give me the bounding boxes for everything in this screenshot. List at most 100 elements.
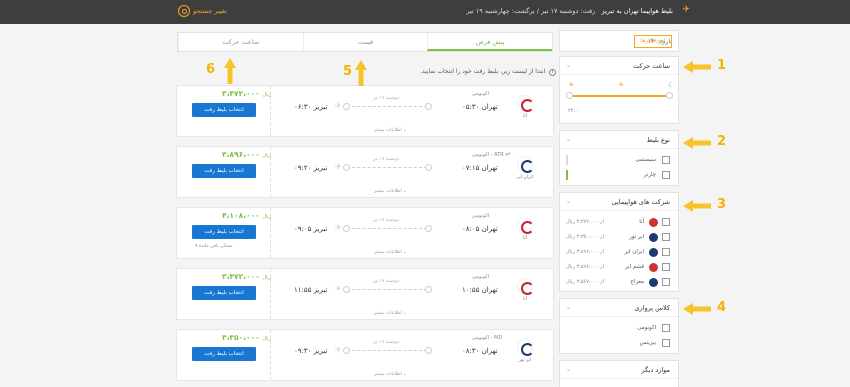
tab-label: قیمت: [357, 38, 374, 46]
chevron-down-icon: ⌄: [566, 136, 572, 143]
select-outbound-button[interactable]: انتخاب بلیط رفت: [192, 286, 256, 300]
airline-name: ایر تور: [518, 358, 532, 363]
panel-title: شرکت های هواپیمایی: [611, 198, 670, 206]
slider-handle-end[interactable]: [666, 92, 673, 99]
airline-logo-icon: [517, 217, 534, 234]
airline-option[interactable]: آتا از ۳،۴۷۲،۰۰۰ ریال: [560, 215, 678, 230]
airline-logo-icon: [517, 95, 534, 112]
more-info-link[interactable]: اطلاعات بیشتر ⌄: [374, 311, 407, 316]
arrival-time: تبریز ۰۶:۳۰: [294, 103, 328, 111]
arrival-time: تبریز ۱۱:۵۵: [294, 286, 328, 294]
plane-icon: ✈: [335, 101, 342, 110]
more-info-link[interactable]: اطلاعات بیشتر ⌄: [374, 189, 407, 194]
moon-icon: ☾: [668, 81, 675, 89]
option-label: سیستمی: [635, 157, 656, 163]
airline-logo-icon: [649, 233, 658, 242]
origin-dot: [425, 103, 432, 110]
slider-handle-start[interactable]: [566, 92, 573, 99]
plane-icon: ✈: [335, 223, 342, 232]
tab-price[interactable]: قیمت: [302, 33, 428, 51]
checkbox[interactable]: [662, 339, 670, 347]
checkbox[interactable]: [662, 156, 670, 164]
route-title: بلیط هواپیما تهران به تبریز: [601, 7, 673, 15]
count-bar: [566, 170, 568, 180]
plane-icon: ✈: [335, 162, 342, 171]
departure-time: تهران ۰۵:۳۰: [462, 103, 498, 111]
select-outbound-button[interactable]: انتخاب بلیط رفت: [192, 225, 256, 239]
airline-min-price: از ۳،۴۷۲،۰۰۰ ریال: [566, 219, 604, 225]
tab-departure-time[interactable]: ساعت حرکت: [178, 33, 303, 51]
flight-date: دوشنبه ۱۷ تیر: [373, 96, 399, 101]
panel-title: کلاس پروازی: [634, 304, 670, 312]
chevron-down-icon: ⌄: [566, 62, 572, 69]
airline-name: قشم ایر: [624, 264, 644, 270]
filter-sidebar: تاریخ : ۱۴ لغو فیلترها: [559, 30, 679, 52]
airline-option[interactable]: ایر تور از ۳،۳۵۰،۰۰۰ ریال: [560, 230, 678, 245]
arrival-time: تبریز ۰۹:۳۰: [294, 347, 328, 355]
cabin-class-header[interactable]: کلاس پروازی ⌄: [560, 299, 678, 317]
checkbox[interactable]: [662, 248, 670, 256]
checkbox[interactable]: [662, 324, 670, 332]
select-outbound-button[interactable]: انتخاب بلیط رفت: [192, 164, 256, 178]
ticket-type-option[interactable]: سیستمی: [560, 153, 678, 168]
chevron-down-icon: ⌄: [566, 366, 572, 373]
cabin-class-option[interactable]: اکونومی: [560, 321, 678, 336]
time-slider[interactable]: ☾ ☀ ☀ ۲۴:۰۰: [560, 75, 678, 123]
checkbox[interactable]: [662, 233, 670, 241]
more-info-link[interactable]: اطلاعات بیشتر ⌄: [374, 250, 407, 255]
airline-option[interactable]: معراج از ۳،۵۶۷،۰۰۰ ریال: [560, 275, 678, 290]
cabin-class-option[interactable]: بیزینس: [560, 336, 678, 351]
airline-logo-icon: [517, 156, 534, 173]
annotation-number: 1: [717, 58, 727, 73]
departure-time: تهران ۰۸:۰۵: [462, 225, 498, 233]
time-range-bar[interactable]: [568, 95, 672, 97]
price: ۳،۸۹۶،۰۰۰ ریال: [222, 150, 272, 159]
departure-time: تهران ۰۸:۳۰: [462, 347, 498, 355]
checkbox[interactable]: [662, 218, 670, 226]
flight-date: دوشنبه ۱۷ تیر: [373, 279, 399, 284]
change-search-link[interactable]: تغییر جستجو: [193, 7, 227, 15]
panel-title: ساعت حرکت: [633, 62, 670, 70]
flight-path-line: [347, 289, 427, 290]
departure-time-header[interactable]: ساعت حرکت ⌄: [560, 57, 678, 75]
destination-dot: [343, 225, 350, 232]
arrival-time: تبریز ۰۹:۰۵: [294, 225, 328, 233]
origin-dot: [425, 225, 432, 232]
airline-option[interactable]: قشم ایر از ۳،۸۹۶،۰۰۰ ریال: [560, 260, 678, 275]
other-header[interactable]: موارد دیگر ⌄: [560, 361, 678, 379]
more-info-link[interactable]: اطلاعات بیشتر ⌄: [374, 372, 407, 377]
search-icon[interactable]: [178, 5, 190, 17]
more-info-link[interactable]: اطلاعات بیشتر ⌄: [374, 128, 407, 133]
airlines-header[interactable]: شرکت های هواپیمایی ⌄: [560, 193, 678, 211]
cabin-class-panel: کلاس پروازی ⌄ اکونومی بیزینس: [559, 298, 679, 354]
checkbox[interactable]: [662, 263, 670, 271]
airline-name: ایران ایر: [517, 175, 533, 180]
checkbox[interactable]: [662, 171, 670, 179]
select-outbound-button[interactable]: انتخاب بلیط رفت: [192, 347, 256, 361]
annotation-number: 6: [206, 62, 216, 77]
flight-card: ۳،۴۷۲،۰۰۰ ریال انتخاب بلیط رفت آتا اکونومی ت…: [176, 85, 554, 137]
origin-dot: [425, 164, 432, 171]
ticket-type-header[interactable]: نوع بلیط ⌄: [560, 131, 678, 149]
airlines-panel: شرکت های هواپیمایی ⌄ آتا از ۳،۴۷۲،۰۰۰ ری…: [559, 192, 679, 292]
ticket-type-option[interactable]: چارتر: [560, 168, 678, 183]
clear-filters-button[interactable]: لغو فیلترها: [634, 35, 672, 48]
tab-default[interactable]: پیش فرض: [427, 33, 553, 51]
flight-card: ۴،۱۰۸،۰۰۰ ریال انتخاب بلیط رفت ۹ صندلی باق…: [176, 207, 554, 259]
airline-min-price: از ۳،۸۹۶،۰۰۰ ریال: [566, 249, 604, 255]
airline-name: آتا: [523, 236, 527, 241]
select-outbound-button[interactable]: انتخاب بلیط رفت: [192, 103, 256, 117]
airline-logo-icon: [649, 218, 658, 227]
airline-min-price: از ۳،۸۹۶،۰۰۰ ریال: [566, 264, 604, 270]
route-dates: رفت: دوشنبه ۱۷ تیر / برگشت: چهارشنبه ۱۹ …: [466, 7, 596, 15]
checkbox[interactable]: [662, 278, 670, 286]
departure-time: تهران ۰۷:۱۵: [462, 164, 498, 172]
annotation-number: 2: [717, 134, 727, 149]
airline-name: ایران ایر: [624, 249, 644, 255]
airline-name: آتا: [523, 297, 527, 302]
price: ۴،۱۰۸،۰۰۰ ریال: [222, 211, 272, 220]
airline-option[interactable]: ایران ایر از ۳،۸۹۶،۰۰۰ ریال: [560, 245, 678, 260]
hint-text: ابتدا از لیست زیر، بلیط رفت خود را انتخا…: [420, 68, 546, 75]
flight-card: ۳،۳۵۰،۰۰۰ ریال انتخاب بلیط رفت ایر تور MD -…: [176, 329, 554, 381]
plane-icon: ✈: [682, 5, 690, 15]
